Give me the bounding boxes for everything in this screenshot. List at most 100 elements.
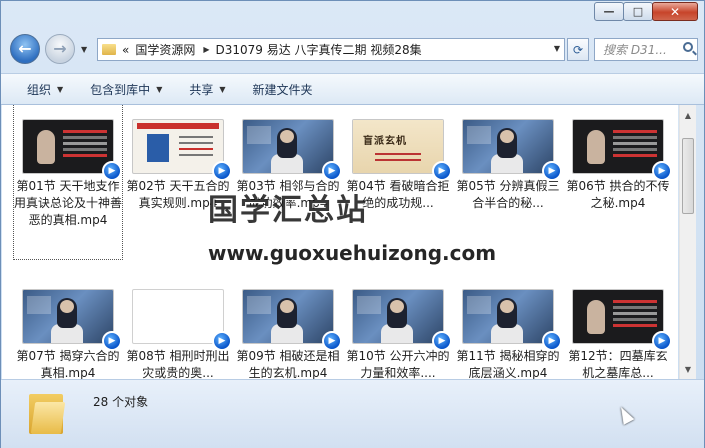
media-player-badge-icon: ▶: [212, 331, 232, 351]
media-player-badge-icon: ▶: [102, 161, 122, 181]
chevron-down-icon: ▼: [219, 84, 226, 94]
folder-icon: [102, 44, 116, 55]
media-player-badge-icon: ▶: [212, 161, 232, 181]
maximize-button[interactable]: □: [623, 2, 653, 21]
file-item[interactable]: ▶ 第01节 天干地支作用真诀总论及十神善恶的真相.mp4: [13, 105, 123, 260]
play-icon: ▶: [548, 165, 556, 176]
new-folder-button[interactable]: 新建文件夹: [244, 77, 322, 101]
breadcrumb-item[interactable]: 国学资源网: [135, 41, 195, 58]
navigation-bar: ← → ▼ « 国学资源网 ▶ D31079 易达 八字真传二期 视频28集 ▼…: [1, 33, 704, 65]
explorer-window: — □ ✕ ← → ▼ « 国学资源网 ▶ D31079 易达 八字真传二期 视…: [0, 0, 705, 448]
watermark-url: www.guoxuehuizong.com: [208, 241, 497, 265]
video-thumbnail: [23, 290, 113, 343]
video-thumbnail-wrapper: ▶: [133, 290, 232, 351]
forward-button[interactable]: →: [45, 34, 75, 64]
video-thumbnail: [353, 290, 443, 343]
video-thumbnail-wrapper: ▶: [23, 290, 122, 351]
video-thumbnail-wrapper: 盲派玄机 ▶: [353, 120, 452, 181]
organize-menu[interactable]: 组织 ▼: [18, 77, 72, 101]
media-player-badge-icon: ▶: [432, 161, 452, 181]
media-player-badge-icon: ▶: [542, 161, 562, 181]
file-item[interactable]: ▶ 第05节 分辨真假三合半合的秘...: [454, 105, 562, 212]
play-icon: ▶: [658, 335, 666, 346]
file-item[interactable]: ▶ 第07节 揭穿六合的真相.mp4: [14, 275, 122, 379]
chevron-down-icon: ▼: [156, 84, 163, 94]
play-icon: ▶: [108, 335, 116, 346]
breadcrumb-item-current[interactable]: D31079 易达 八字真传二期 视频28集: [216, 41, 422, 58]
play-icon: ▶: [328, 335, 336, 346]
play-icon: ▶: [438, 165, 446, 176]
video-thumbnail: [573, 290, 663, 343]
item-count: 28 个对象: [93, 395, 149, 409]
video-thumbnail: [463, 290, 553, 343]
play-icon: ▶: [218, 335, 226, 346]
search-icon[interactable]: [683, 42, 693, 52]
media-player-badge-icon: ▶: [652, 161, 672, 181]
include-in-library-label: 包含到库中: [90, 82, 151, 97]
minimize-button[interactable]: —: [594, 2, 624, 21]
scroll-down-button[interactable]: ▼: [681, 361, 695, 377]
search-box[interactable]: [594, 38, 698, 61]
video-thumbnail: [133, 120, 223, 173]
video-thumbnail-wrapper: ▶: [23, 120, 122, 181]
chevron-down-icon: ▼: [57, 84, 64, 94]
video-thumbnail: 盲派玄机: [353, 120, 443, 173]
play-icon: ▶: [328, 165, 336, 176]
search-input[interactable]: [601, 41, 683, 58]
caption-buttons: — □ ✕: [594, 2, 698, 21]
video-thumbnail-wrapper: ▶: [353, 290, 452, 351]
folder-icon: [29, 390, 67, 434]
video-thumbnail-wrapper: ▶: [463, 120, 562, 181]
scroll-up-button[interactable]: ▲: [681, 107, 695, 123]
play-icon: ▶: [218, 165, 226, 176]
organize-label: 组织: [27, 82, 52, 97]
title-bar[interactable]: — □ ✕: [1, 1, 704, 29]
command-bar: 组织 ▼ 包含到库中 ▼ 共享 ▼ 新建文件夹: [1, 73, 704, 105]
media-player-badge-icon: ▶: [542, 331, 562, 351]
folder-front-shape: [30, 402, 66, 434]
address-bar[interactable]: « 国学资源网 ▶ D31079 易达 八字真传二期 视频28集 ▼: [97, 38, 565, 61]
new-folder-label: 新建文件夹: [252, 82, 313, 97]
file-item[interactable]: ▶ 第08节 相刑时刑出灾或贵的奥...: [124, 275, 232, 379]
video-thumbnail-wrapper: ▶: [463, 290, 562, 351]
close-button[interactable]: ✕: [652, 2, 698, 21]
play-icon: ▶: [108, 165, 116, 176]
video-thumbnail: [133, 290, 223, 343]
share-label: 共享: [189, 82, 214, 97]
video-thumbnail: [573, 120, 663, 173]
video-thumbnail-wrapper: ▶: [243, 120, 342, 181]
scroll-thumb[interactable]: [682, 138, 694, 214]
vertical-scrollbar[interactable]: ▲ ▼: [679, 105, 696, 379]
play-icon: ▶: [658, 165, 666, 176]
hidden-crumbs-chevron[interactable]: «: [122, 43, 129, 57]
thumbnail-title: 盲派玄机: [363, 136, 407, 147]
arrow-right-icon: →: [53, 39, 67, 58]
breadcrumb-separator-icon[interactable]: ▶: [203, 45, 209, 54]
file-item[interactable]: ▶ 第11节 揭秘相穿的底层涵义.mp4: [454, 275, 562, 379]
file-item[interactable]: ▶ 第09节 相破还是相生的玄机.mp4: [234, 275, 342, 379]
maximize-icon: □: [632, 5, 644, 18]
video-thumbnail-wrapper: ▶: [573, 290, 672, 351]
close-icon: ✕: [669, 4, 681, 19]
file-item[interactable]: ▶ 第12节：四墓库玄机之墓库总...: [564, 275, 672, 379]
video-thumbnail-wrapper: ▶: [133, 120, 232, 181]
address-history-dropdown[interactable]: ▼: [554, 44, 560, 53]
arrow-left-icon: ←: [18, 39, 32, 58]
file-item[interactable]: ▶ 第06节 拱合的不传之秘.mp4: [564, 105, 672, 212]
file-item[interactable]: ▶ 第10节 公开六冲的力量和效率....: [344, 275, 452, 379]
back-button[interactable]: ←: [10, 34, 40, 64]
recent-pages-dropdown[interactable]: ▼: [81, 45, 87, 54]
watermark-title: 国学汇总站: [208, 193, 368, 228]
refresh-button[interactable]: ⟳: [567, 38, 589, 61]
video-thumbnail: [23, 120, 113, 173]
include-in-library-menu[interactable]: 包含到库中 ▼: [81, 77, 171, 101]
play-icon: ▶: [438, 335, 446, 346]
media-player-badge-icon: ▶: [322, 161, 342, 181]
media-player-badge-icon: ▶: [432, 331, 452, 351]
refresh-icon: ⟳: [572, 42, 584, 57]
minimize-icon: —: [603, 5, 615, 18]
share-menu[interactable]: 共享 ▼: [180, 77, 234, 101]
play-icon: ▶: [548, 335, 556, 346]
video-thumbnail-wrapper: ▶: [243, 290, 342, 351]
media-player-badge-icon: ▶: [102, 331, 122, 351]
